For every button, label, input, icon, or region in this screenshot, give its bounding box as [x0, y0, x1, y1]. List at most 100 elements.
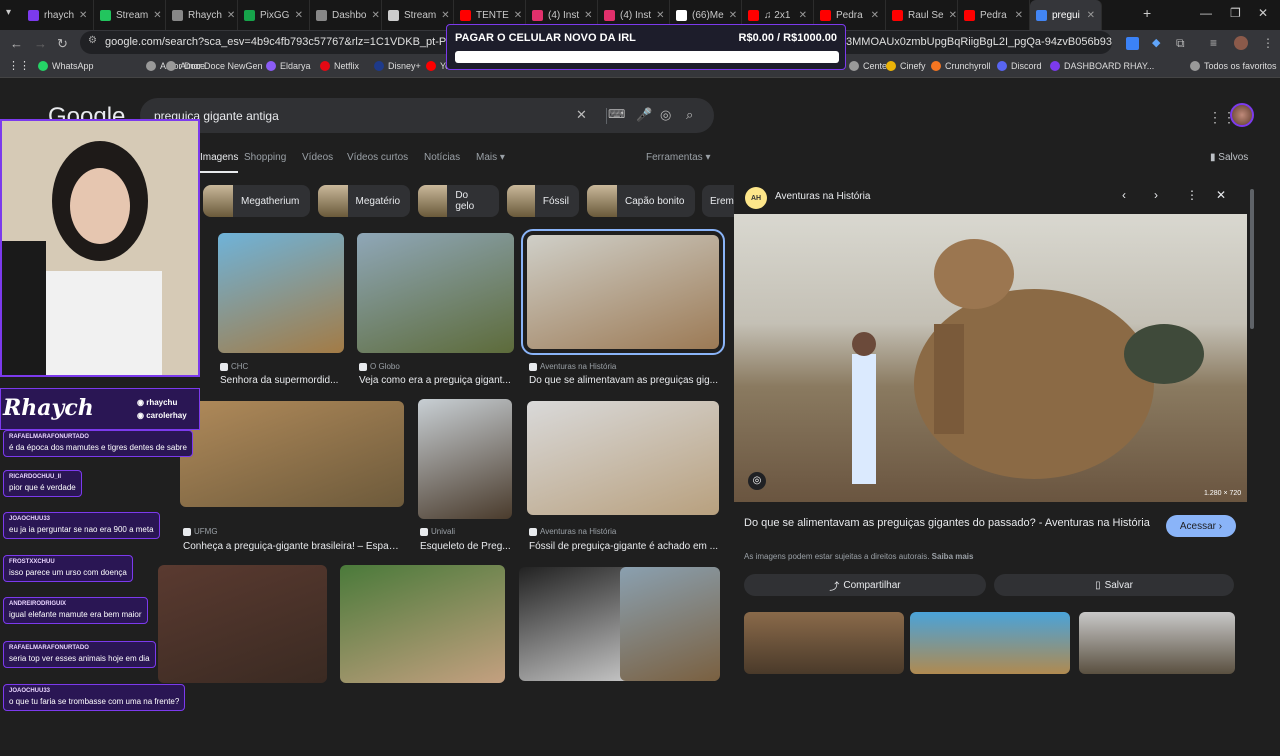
tab-4[interactable]: Dashbo ✕ [310, 0, 382, 30]
related-image-3[interactable] [1079, 612, 1235, 674]
bookmark-3[interactable]: Eldarya [266, 61, 311, 71]
share-button[interactable]: ⤴ Compartilhar [744, 574, 986, 596]
tab-close-icon[interactable]: ✕ [799, 10, 807, 21]
apps-grid-icon[interactable]: ⋮⋮ [8, 59, 30, 72]
tab-close-icon[interactable]: ✕ [371, 10, 379, 21]
more-options-icon[interactable]: ⋮ [1186, 188, 1198, 202]
tab-2[interactable]: Rhaych ✕ [166, 0, 238, 30]
visit-button[interactable]: Acessar › [1166, 515, 1236, 537]
tab-search-icon[interactable]: ▾ [6, 7, 11, 18]
suggestion-chip[interactable]: Fóssil [507, 185, 579, 217]
bookmark-11[interactable]: DASHBOARD RHAY... [1050, 61, 1154, 71]
close-panel-icon[interactable]: ✕ [1216, 188, 1226, 202]
bookmark-12[interactable]: Todos os favoritos [1190, 61, 1277, 71]
result-source[interactable]: Aventuras na História [529, 362, 616, 371]
preview-image[interactable]: 1.280 × 720 ◎ [734, 214, 1247, 502]
panel-scrollbar[interactable] [1250, 189, 1254, 329]
related-image-2[interactable] [910, 612, 1070, 674]
bookmark-9[interactable]: Crunchyroll [931, 61, 991, 71]
bookmark-5[interactable]: Disney+ [374, 61, 421, 71]
result-caption[interactable]: Do que se alimentavam as preguiças gig..… [529, 375, 719, 386]
tab-close-icon[interactable]: ✕ [656, 10, 664, 21]
forward-icon[interactable]: → [34, 36, 47, 51]
bookmark-0[interactable]: WhatsApp [38, 61, 94, 71]
tab-news[interactable]: Notícias [424, 152, 460, 163]
tab-close-icon[interactable]: ✕ [949, 10, 957, 21]
account-avatar[interactable] [1230, 103, 1254, 127]
suggestion-chip[interactable]: Capão bonito [587, 185, 695, 217]
tab-close-icon[interactable]: ✕ [153, 10, 161, 21]
lens-icon[interactable]: ◎ [660, 107, 671, 123]
result-image[interactable] [521, 229, 725, 355]
prev-image-icon[interactable]: ‹ [1122, 188, 1126, 202]
result-source[interactable]: Aventuras na História [529, 527, 616, 536]
tab-13[interactable]: Pedra ✕ [958, 0, 1030, 30]
suggestion-chip[interactable]: Megatherium [203, 185, 310, 217]
tab-close-icon[interactable]: ✕ [441, 10, 449, 21]
next-image-icon[interactable]: › [1154, 188, 1158, 202]
tab-close-icon[interactable]: ✕ [871, 10, 879, 21]
tab-1[interactable]: Stream ✕ [94, 0, 166, 30]
panel-title[interactable]: Do que se alimentavam as preguiças gigan… [744, 515, 1154, 531]
search-box[interactable]: preguiça gigante antiga ✕ ⌨ 🎤 ◎ ⌕ [140, 98, 714, 133]
media-controls-icon[interactable]: ≡ [1210, 36, 1217, 50]
bookmark-10[interactable]: Discord [997, 61, 1042, 71]
tab-close-icon[interactable]: ✕ [295, 10, 303, 21]
reload-icon[interactable]: ↻ [57, 36, 68, 52]
bookmark-2[interactable]: Amor Doce NewGen [166, 61, 263, 71]
tab-close-icon[interactable]: ✕ [514, 10, 522, 21]
new-tab-button[interactable]: + [1143, 5, 1151, 21]
tab-short-videos[interactable]: Vídeos curtos [347, 152, 408, 163]
extension-download-icon[interactable] [1126, 37, 1139, 50]
result-caption[interactable]: Fóssil de preguiça-gigante é achado em .… [529, 541, 719, 552]
result-source[interactable]: UFMG [183, 527, 218, 536]
save-button[interactable]: ▯ Salvar [994, 574, 1234, 596]
back-icon[interactable]: ← [10, 36, 23, 51]
result-image[interactable] [218, 233, 344, 353]
tab-videos[interactable]: Vídeos [302, 152, 333, 163]
tab-3[interactable]: PixGG ✕ [238, 0, 310, 30]
result-source[interactable]: Univali [420, 527, 455, 536]
close-window-button[interactable]: ✕ [1258, 6, 1268, 20]
clear-search-icon[interactable]: ✕ [576, 107, 587, 123]
bookmark-7[interactable]: Center [849, 61, 890, 71]
tab-close-icon[interactable]: ✕ [79, 10, 87, 21]
tab-0[interactable]: rhaych ✕ [22, 0, 94, 30]
result-image[interactable] [340, 565, 505, 683]
maximize-button[interactable]: ❐ [1230, 6, 1241, 20]
result-image[interactable] [180, 401, 404, 507]
result-source[interactable]: CHC [220, 362, 248, 371]
saved-button[interactable]: ▮ Salvos [1210, 152, 1248, 163]
learn-more-link[interactable]: Saiba mais [932, 552, 974, 561]
keyboard-icon[interactable]: ⌨ [608, 107, 625, 121]
tools-button[interactable]: Ferramentas ▾ [646, 152, 711, 163]
tab-close-icon[interactable]: ✕ [227, 10, 235, 21]
extensions-puzzle-icon[interactable]: ⧉ [1176, 36, 1185, 51]
result-image[interactable] [158, 565, 327, 683]
result-image[interactable] [527, 401, 719, 515]
tab-close-icon[interactable]: ✕ [1087, 10, 1095, 21]
site-info-icon[interactable]: ⚙ [88, 35, 97, 46]
lens-search-icon[interactable]: ◎ [748, 472, 766, 490]
result-source[interactable]: O Globo [359, 362, 400, 371]
search-icon[interactable]: ⌕ [686, 107, 693, 123]
related-image-1[interactable] [744, 612, 904, 674]
panel-site-name[interactable]: Aventuras na História [775, 191, 870, 202]
tab-close-icon[interactable]: ✕ [729, 10, 737, 21]
result-image[interactable] [620, 567, 720, 681]
tab-close-icon[interactable]: ✕ [584, 10, 592, 21]
extension-gem-icon[interactable]: ◆ [1152, 36, 1160, 49]
suggestion-chip[interactable]: Megatério [318, 185, 410, 217]
minimize-button[interactable]: — [1200, 6, 1212, 20]
tab-14[interactable]: pregui ✕ [1030, 0, 1102, 30]
menu-dots-icon[interactable]: ⋮ [1262, 36, 1274, 50]
tab-5[interactable]: Stream ✕ [382, 0, 454, 30]
result-caption[interactable]: Conheça a preguiça-gigante brasileira! –… [183, 541, 403, 552]
tab-shopping[interactable]: Shopping [244, 152, 286, 163]
tab-images[interactable]: Imagens [200, 152, 239, 173]
result-image[interactable] [357, 233, 514, 353]
profile-avatar[interactable] [1234, 36, 1248, 50]
microphone-icon[interactable]: 🎤 [636, 107, 652, 123]
result-caption[interactable]: Veja como era a preguiça gigant... [359, 375, 549, 386]
tab-12[interactable]: Raul Se ✕ [886, 0, 958, 30]
